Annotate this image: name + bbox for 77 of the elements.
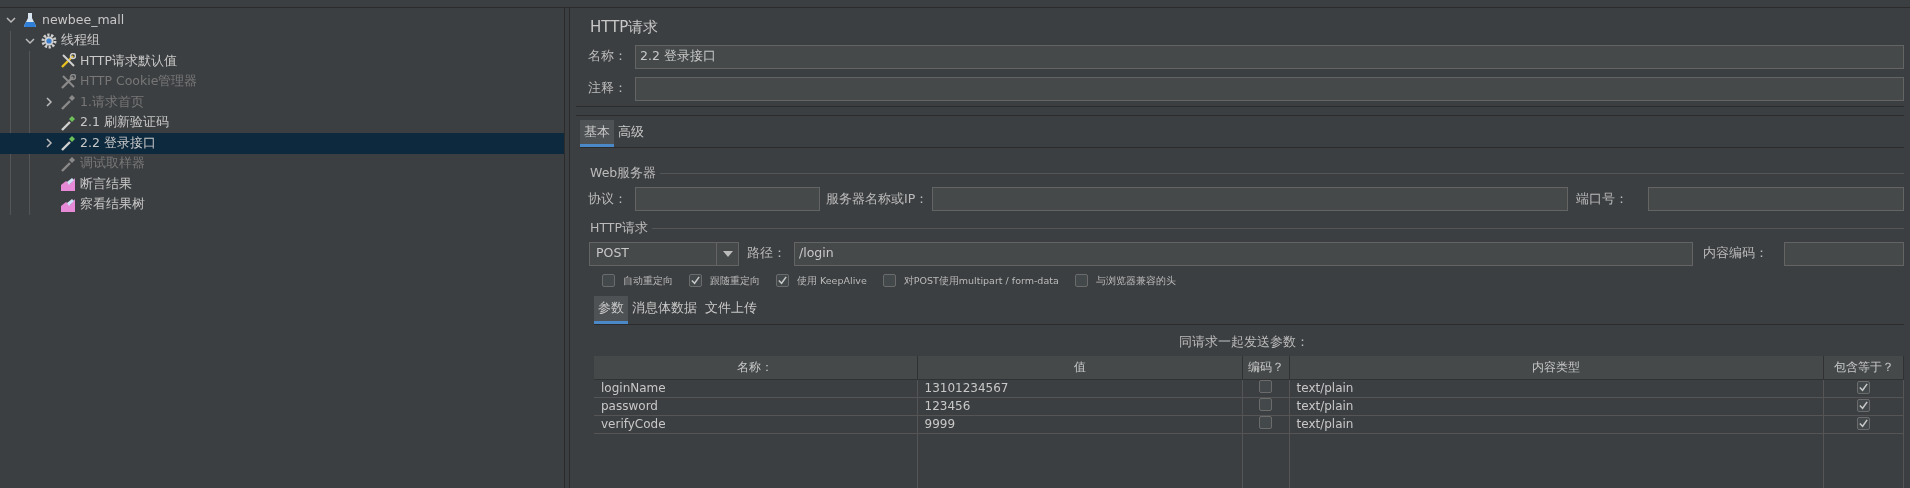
- tree-item[interactable]: 断言结果: [0, 174, 564, 195]
- panel-title: HTTP请求: [590, 17, 660, 38]
- field-label: 路径：: [747, 244, 786, 263]
- dropdown-caret-icon: [721, 248, 734, 259]
- column-header[interactable]: 名称：: [594, 355, 917, 380]
- method-dropdown[interactable]: POST: [589, 241, 739, 266]
- tree-item[interactable]: HTTP请求默认值: [0, 51, 564, 72]
- checkbox-label: 与浏览器兼容的头: [1095, 273, 1176, 288]
- tree-item[interactable]: 2.1 刷新验证码: [0, 112, 564, 133]
- check-icon: [1858, 417, 1869, 429]
- checkbox[interactable]: [1259, 380, 1272, 393]
- group-legend: HTTP请求: [590, 219, 648, 238]
- pipette-icon: [60, 114, 76, 131]
- column-header[interactable]: 编码？: [1242, 355, 1289, 380]
- wrench-screwdriver-icon: [60, 53, 76, 70]
- checkbox[interactable]: [882, 274, 896, 288]
- tab[interactable]: 高级: [614, 119, 648, 148]
- field-label: 端口号：: [1576, 189, 1628, 208]
- checkbox[interactable]: [1857, 380, 1870, 394]
- encoding-field[interactable]: [1784, 241, 1904, 266]
- check-icon: [1858, 381, 1869, 393]
- port-field[interactable]: [1648, 187, 1904, 211]
- server-field[interactable]: [932, 187, 1568, 211]
- table-cell: text/plain: [1289, 379, 1824, 398]
- checkbox[interactable]: [1259, 398, 1272, 411]
- pipette-icon: [60, 135, 76, 152]
- table-caption: 同请求一起发送参数：: [1179, 333, 1309, 349]
- field-label: 协议：: [588, 189, 627, 208]
- checkbox-label: 跟随重定向: [710, 273, 760, 288]
- column-header[interactable]: 内容类型: [1289, 355, 1824, 380]
- tab[interactable]: 消息体数据: [628, 296, 701, 324]
- check-icon: [690, 275, 701, 287]
- field-label: 服务器名称或IP：: [826, 189, 929, 208]
- checkbox[interactable]: [1857, 416, 1870, 430]
- checkbox[interactable]: [1259, 416, 1272, 429]
- flask-icon: [22, 12, 38, 29]
- chart-icon: [60, 176, 76, 193]
- protocol-field[interactable]: [635, 187, 820, 211]
- table-cell: verifyCode: [594, 415, 917, 434]
- column-header[interactable]: 包含等于？: [1823, 355, 1904, 380]
- table-cell: password: [594, 397, 917, 416]
- check-icon: [1858, 399, 1869, 411]
- table-cell: text/plain: [1289, 415, 1824, 434]
- tree-item[interactable]: 线程组: [0, 30, 564, 51]
- path-field[interactable]: /login: [794, 241, 1693, 266]
- table-cell: 13101234567: [917, 379, 1242, 398]
- table-cell: loginName: [594, 379, 917, 398]
- table-cell: 123456: [917, 397, 1242, 416]
- checkbox[interactable]: [776, 274, 789, 288]
- pipette-icon: [60, 94, 76, 111]
- checkbox[interactable]: [1074, 274, 1088, 288]
- check-icon: [777, 275, 788, 287]
- checkbox[interactable]: [602, 274, 615, 288]
- tab[interactable]: 基本: [580, 119, 614, 148]
- tree-item[interactable]: newbee_mall: [0, 10, 564, 31]
- checkbox[interactable]: [689, 274, 702, 288]
- chart-icon: [60, 196, 76, 213]
- checkbox-label: 使用 KeepAlive: [797, 273, 867, 288]
- tree-item[interactable]: 2.2 登录接口: [0, 133, 564, 154]
- group-legend: Web服务器: [590, 164, 657, 183]
- comment-field[interactable]: [635, 76, 1904, 101]
- pipette-icon: [60, 155, 76, 172]
- field-label: 内容编码：: [1703, 244, 1768, 263]
- field-label: 名称：: [588, 47, 627, 66]
- wrench-screwdriver-icon: [60, 73, 76, 90]
- tab[interactable]: 参数: [594, 296, 628, 324]
- checkbox-label: 对POST使用multipart / form-data: [903, 273, 1059, 288]
- tab[interactable]: 文件上传: [701, 296, 761, 324]
- table-cell: 9999: [917, 415, 1242, 434]
- gear-icon: [41, 32, 57, 49]
- field-label: 注释：: [588, 79, 627, 98]
- checkbox[interactable]: [1857, 398, 1870, 412]
- name-field[interactable]: 2.2 登录接口: [635, 44, 1904, 69]
- tree-item[interactable]: 察看结果树: [0, 194, 564, 215]
- checkbox-label: 自动重定向: [623, 273, 673, 288]
- column-header[interactable]: 值: [917, 355, 1242, 380]
- table-cell: text/plain: [1289, 397, 1824, 416]
